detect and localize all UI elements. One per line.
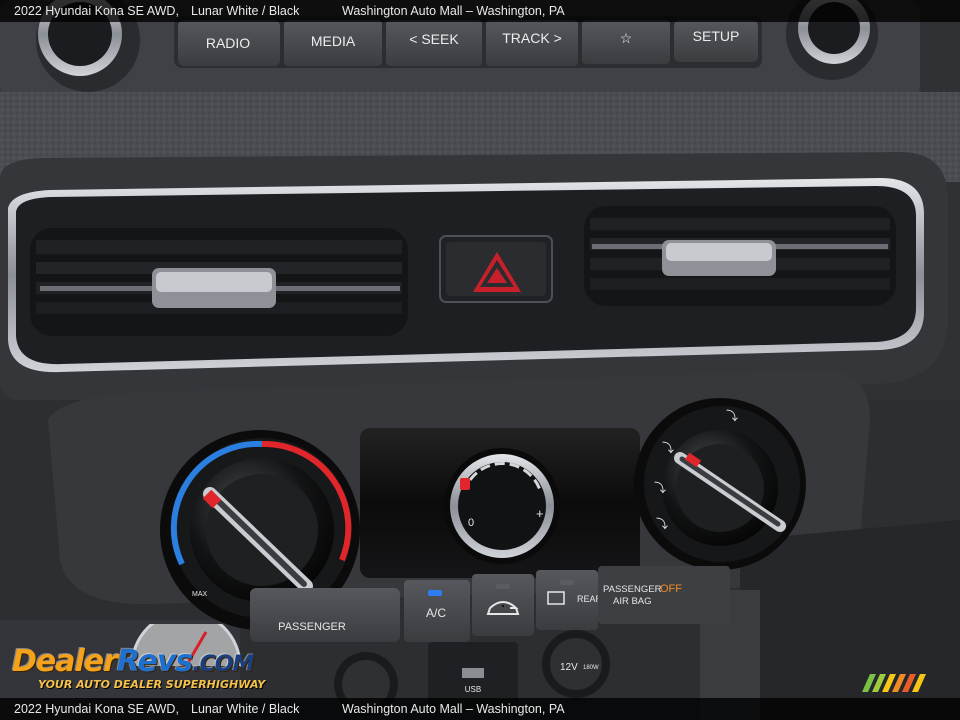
- svg-text:⤵: ⤵: [662, 441, 674, 455]
- airbag-label-line2: AIR BAG: [613, 596, 652, 607]
- caption-color: Lunar White / Black: [191, 702, 300, 716]
- fan-min-label: 0: [468, 517, 474, 529]
- power-outlet-rating: 180W: [583, 665, 599, 671]
- left-vent-tab[interactable]: [152, 268, 276, 308]
- caption-bar-top: 2022 Hyundai Kona SE AWD, Lunar White / …: [0, 0, 960, 22]
- track-button-label: TRACK >: [502, 30, 562, 46]
- svg-text:⤵: ⤵: [654, 481, 666, 495]
- watermark-tagline: YOUR AUTO DEALER SUPERHIGHWAY: [38, 678, 266, 691]
- svg-text:⤵: ⤵: [656, 517, 668, 531]
- usb-label: USB: [465, 685, 481, 694]
- airbag-off-status: OFF: [660, 583, 682, 595]
- caption-bar-bottom: 2022 Hyundai Kona SE AWD, Lunar White / …: [0, 698, 960, 720]
- airbag-indicator-panel: [598, 566, 730, 624]
- recirc-icon: [502, 605, 504, 607]
- temp-max-label: MAX: [192, 591, 208, 598]
- color-stripes-logo: [862, 674, 926, 692]
- setup-button-label: SETUP: [693, 28, 740, 44]
- caption-vehicle: 2022 Hyundai Kona SE AWD,: [14, 4, 179, 18]
- power-outlet-label: 12V: [560, 662, 578, 673]
- air-mode-knob[interactable]: ⤵ ⤵ ⤵ ⤵: [634, 398, 806, 570]
- seek-button-label: < SEEK: [409, 31, 459, 47]
- right-vent-tab[interactable]: [662, 240, 776, 276]
- media-button-label: MEDIA: [311, 33, 356, 49]
- ac-indicator-light: [428, 590, 442, 596]
- caption-dealer: Washington Auto Mall – Washington, PA: [342, 702, 565, 716]
- svg-text:⤵: ⤵: [726, 409, 738, 423]
- caption-color: Lunar White / Black: [191, 4, 300, 18]
- star-icon: ☆: [620, 30, 633, 46]
- passenger-heat-button[interactable]: [250, 588, 400, 642]
- fan-max-label: +: [536, 506, 544, 521]
- ac-button-label: A/C: [426, 606, 446, 620]
- airbag-label-line1: PASSENGER: [603, 584, 662, 595]
- radio-button-label: RADIO: [206, 35, 250, 51]
- caption-vehicle: 2022 Hyundai Kona SE AWD,: [14, 702, 179, 716]
- passenger-button-label: PASSENGER: [278, 621, 346, 633]
- dealerrevs-watermark: DealerRevs.COM YOUR AUTO DEALER SUPERHIG…: [8, 622, 270, 698]
- dashboard-photo: RADIO MEDIA < SEEK TRACK > ☆ SETUP MAX 0…: [0, 0, 960, 720]
- watermark-brand: DealerRevs.COM: [12, 644, 254, 679]
- caption-dealer: Washington Auto Mall – Washington, PA: [342, 4, 565, 18]
